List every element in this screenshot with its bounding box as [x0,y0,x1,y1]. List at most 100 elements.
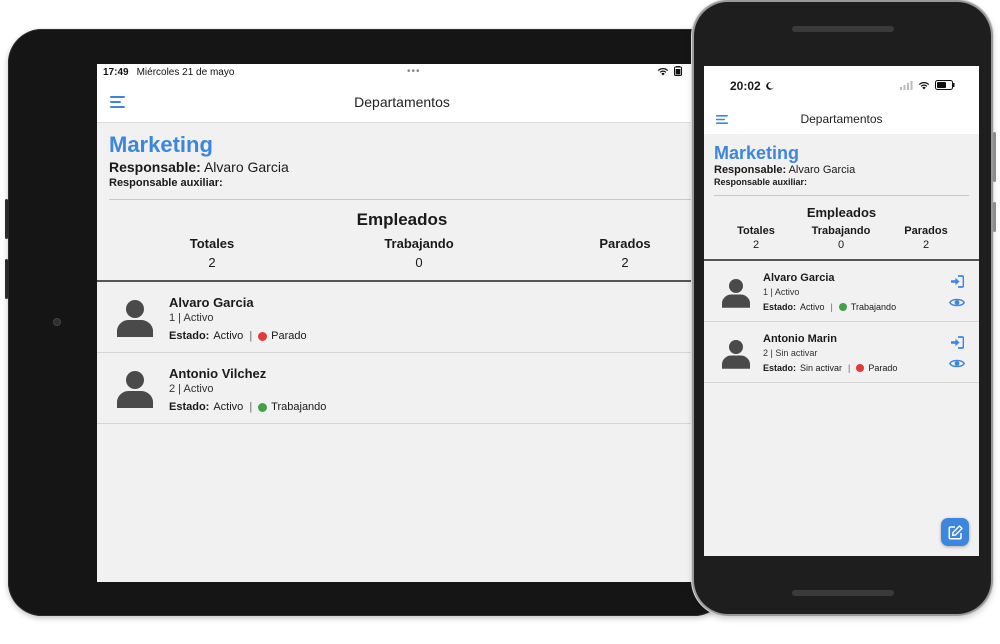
estado-label: Estado: [169,330,210,342]
empleados-stats: Totales 2 Trabajando 0 Parados 2 [97,236,707,280]
menu-icon[interactable] [110,96,125,108]
multitask-dots[interactable]: ••• [407,66,421,77]
work-status: Trabajando [850,302,897,312]
department-name: Marketing [714,143,800,163]
status-dot-icon [258,402,268,412]
employee-row[interactable]: Alvaro Garcia 1 | Activo Estado: Activo … [704,261,979,322]
separator: | [249,401,253,413]
empleados-title: Empleados [356,210,448,229]
battery-icon [935,80,955,90]
stat-label: Parados [599,236,651,251]
department-info: Marketing Responsable: Alvaro Garcia Res… [97,123,707,190]
employee-row[interactable]: Antonio Marin 2 | Sin activar Estado: Si… [704,322,979,383]
tablet-volume-button-2 [5,259,8,299]
empleados-title: Empleados [806,205,877,220]
responsable-value: Alvaro Garcia [788,164,856,176]
status-time: 20:02 [730,79,774,93]
phone-screen: 20:02 Departamentos Marketing Responsabl… [704,66,979,556]
phone-speaker [792,26,894,32]
stat-parados: Parados 2 [565,236,685,270]
separator: | [830,302,833,312]
stat-value: 0 [415,255,423,270]
tablet-status-bar: 17:49 Miércoles 21 de mayo ••• [97,64,707,81]
status-dot-icon [856,364,865,372]
employee-name: Antonio Vilchez [169,366,267,381]
stat-value: 2 [922,239,930,251]
stat-label: Totales [737,225,775,237]
responsable-label: Responsable: [714,164,787,176]
stat-totales: Totales 2 [152,236,272,270]
stat-label: Totales [189,236,235,251]
person-icon [117,371,153,408]
employee-id-status: 1 | Activo [763,287,800,297]
work-status: Parado [868,363,898,373]
stat-totales: Totales 2 [716,225,796,251]
person-icon [117,300,153,337]
tablet-camera [53,318,61,326]
employee-row[interactable]: Alvaro Garcia 1 | Activo Estado: Activo … [97,282,707,353]
employee-estado: Estado: Activo | Trabajando [763,302,896,312]
estado-value: Activo [213,330,244,342]
estado-value: Activo [800,302,825,312]
eye-icon[interactable] [949,358,965,369]
employee-name: Antonio Marin [763,333,837,345]
responsable-value: Alvaro Garcia [203,159,289,175]
employee-name: Alvaro Garcia [763,272,835,284]
page-title: Departamentos [800,112,883,126]
wifi-icon [657,67,669,75]
divider [109,199,707,200]
divider [714,195,969,196]
sign-in-icon[interactable] [950,275,964,288]
empleados-stats: Totales 2 Trabajando 0 Parados 2 [704,225,979,259]
phone-device: 20:02 Departamentos Marketing Responsabl… [694,2,996,614]
tablet-app-header: Departamentos [97,81,707,123]
menu-icon[interactable] [716,115,728,124]
stat-label: Parados [904,225,948,237]
responsable-line: Responsable: Alvaro Garcia [109,159,695,175]
status-dot-icon [258,331,268,341]
employee-id-status: 1 | Activo [169,312,214,324]
employee-row[interactable]: Antonio Vilchez 2 | Activo Estado: Activ… [97,353,707,424]
phone-volume-button [993,132,996,182]
department-name: Marketing [109,132,213,157]
stat-parados: Parados 2 [886,225,966,251]
estado-value: Activo [213,401,244,413]
sign-in-icon[interactable] [950,336,964,349]
battery-icon [674,66,682,76]
responsable-label: Responsable: [109,159,201,175]
employee-name: Alvaro Garcia [169,295,254,310]
estado-label: Estado: [763,302,797,312]
stat-trabajando: Trabajando 0 [801,225,881,251]
estado-label: Estado: [763,363,797,373]
moon-icon [766,82,774,90]
separator: | [848,363,851,373]
stat-label: Trabajando [384,236,454,251]
employee-estado: Estado: Activo | Trabajando [169,401,326,413]
status-icons [900,80,955,90]
status-dot-icon [838,303,847,311]
phone-app-header: Departamentos [704,104,979,134]
wifi-icon [918,81,930,89]
responsable-aux-label: Responsable auxiliar: [714,177,808,187]
employee-id-status: 2 | Activo [169,383,214,395]
person-icon [722,340,750,369]
tablet-volume-button [5,199,8,239]
phone-status-bar: 20:02 [704,66,979,104]
separator: | [249,330,253,342]
responsable-line: Responsable: Alvaro Garcia [714,164,969,176]
employee-estado: Estado: Activo | Parado [169,330,307,342]
stat-value: 0 [837,239,845,251]
edit-icon [948,524,963,539]
employee-id-status: 2 | Sin activar [763,348,818,358]
department-info: Marketing Responsable: Alvaro Garcia Res… [704,134,979,187]
page-title: Departamentos [354,93,450,110]
work-status: Parado [271,330,307,342]
status-time-text: 20:02 [730,79,761,93]
eye-icon[interactable] [949,297,965,308]
edit-button[interactable] [941,518,969,546]
tablet-screen: 17:49 Miércoles 21 de mayo ••• Departame… [97,64,707,582]
employee-estado: Estado: Sin activar | Parado [763,363,897,373]
person-icon [722,279,750,308]
stat-value: 2 [752,239,760,251]
status-icons [657,66,682,76]
